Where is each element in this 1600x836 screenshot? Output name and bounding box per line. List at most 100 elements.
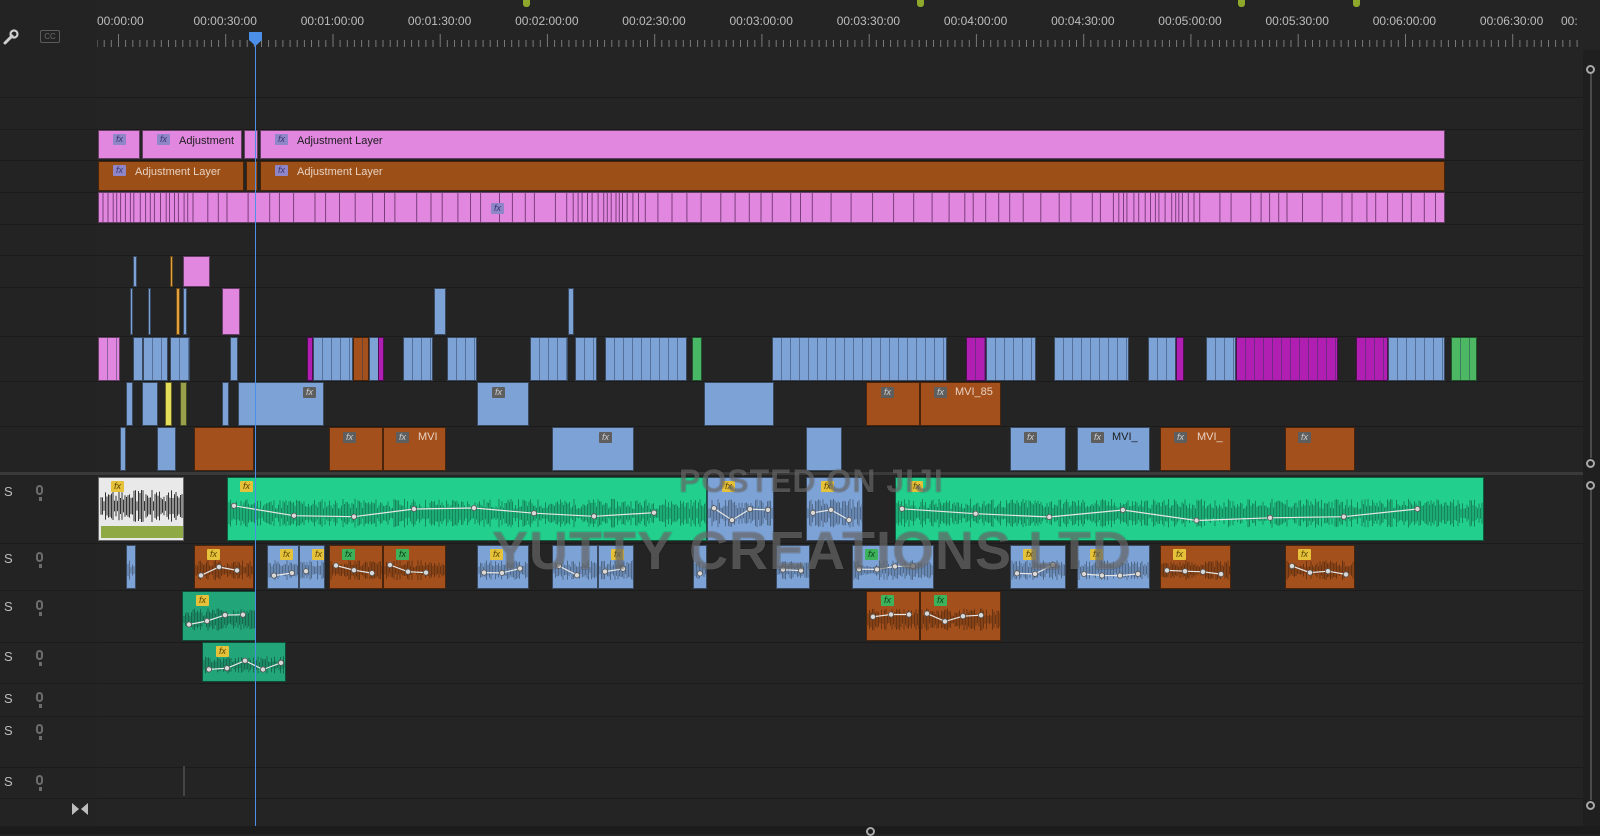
audio-clip[interactable]: fx	[182, 591, 256, 641]
video-clip[interactable]	[133, 337, 143, 381]
video-clip[interactable]	[194, 427, 254, 471]
video-clip[interactable]	[575, 337, 597, 381]
time-ruler[interactable]: 00:00:00 00:00:30:00 00:01:00:00 00:01:30:0…	[97, 0, 1583, 50]
video-clip[interactable]: fx	[866, 382, 920, 426]
video-clip[interactable]	[230, 337, 238, 381]
horizontal-scrollbar[interactable]	[0, 826, 1600, 834]
adjustment-clip[interactable]	[183, 256, 210, 287]
scroll-handle[interactable]	[1586, 459, 1595, 468]
video-clip[interactable]	[183, 288, 187, 335]
video-clip[interactable]	[176, 288, 180, 335]
video-clip[interactable]: fx MVI_	[1077, 427, 1150, 471]
marker[interactable]	[1238, 0, 1245, 7]
adjustment-clip[interactable]: fx Adjustment Layer	[98, 161, 244, 191]
audio-clip[interactable]: fx	[1285, 545, 1355, 589]
video-clip[interactable]: fx	[552, 427, 634, 471]
video-clip[interactable]: fx	[1010, 427, 1066, 471]
horizontal-scroll-handle[interactable]	[866, 827, 875, 836]
mic-icon[interactable]	[36, 650, 43, 666]
audio-clip[interactable]: fx	[299, 545, 325, 589]
audio-clip[interactable]: fx	[329, 545, 383, 589]
video-clip[interactable]	[313, 337, 353, 381]
video-clip[interactable]	[772, 337, 947, 381]
video-clip[interactable]	[130, 288, 133, 335]
marker[interactable]	[917, 0, 924, 7]
video-clip[interactable]	[143, 337, 168, 381]
scroll-handle[interactable]	[1586, 481, 1595, 490]
zoom-fit-icon[interactable]	[72, 802, 88, 815]
mic-icon[interactable]	[36, 485, 43, 501]
audio-clip[interactable]: fx	[194, 545, 254, 589]
video-clip[interactable]	[986, 337, 1036, 381]
audio-clip[interactable]	[183, 766, 185, 796]
video-clip[interactable]	[1054, 337, 1129, 381]
mic-icon[interactable]	[36, 552, 43, 568]
video-clip[interactable]	[98, 337, 120, 381]
captions-icon[interactable]: CC	[40, 30, 60, 43]
playhead-line[interactable]	[255, 42, 256, 827]
video-clip[interactable]	[126, 382, 133, 426]
video-clip[interactable]	[568, 288, 574, 335]
video-clip[interactable]: fx	[329, 427, 383, 471]
playhead-handle[interactable]	[249, 32, 262, 46]
audio-clip[interactable]: fx	[920, 591, 1001, 641]
adjustment-clip[interactable]: fx	[98, 130, 140, 159]
adjustment-clip[interactable]: fx Adjustment	[142, 130, 242, 159]
adjustment-clip[interactable]	[222, 288, 240, 335]
mic-icon[interactable]	[36, 724, 43, 740]
video-clip[interactable]: fx	[1285, 427, 1355, 471]
video-clip[interactable]	[133, 256, 137, 287]
video-clip[interactable]	[1206, 337, 1236, 381]
solo-toggle[interactable]: S	[4, 774, 13, 789]
video-clip[interactable]: fx	[477, 382, 529, 426]
adjustment-clip[interactable]: fx Adjustment Layer	[260, 161, 1445, 191]
video-clip[interactable]	[403, 337, 433, 381]
scroll-handle[interactable]	[1586, 65, 1595, 74]
video-clip[interactable]: fx MVI_85	[920, 382, 1001, 426]
video-clip[interactable]	[692, 337, 702, 381]
mic-icon[interactable]	[36, 600, 43, 616]
video-clip[interactable]	[120, 427, 126, 471]
video-clip[interactable]	[222, 382, 229, 426]
solo-toggle[interactable]: S	[4, 551, 13, 566]
adjustment-strip[interactable]: fx	[98, 192, 1445, 223]
audio-clip[interactable]	[126, 545, 136, 589]
solo-toggle[interactable]: S	[4, 599, 13, 614]
video-clip[interactable]	[142, 382, 158, 426]
adjustment-clip[interactable]	[246, 161, 258, 191]
marker[interactable]	[523, 0, 530, 7]
video-clip[interactable]: fx MVI	[383, 427, 446, 471]
video-clip[interactable]	[1356, 337, 1388, 381]
video-clip[interactable]	[1388, 337, 1445, 381]
audio-clip[interactable]: fx	[383, 545, 446, 589]
video-clip[interactable]	[378, 337, 384, 381]
solo-toggle[interactable]: S	[4, 691, 13, 706]
audio-clip[interactable]: fx	[98, 477, 184, 541]
wrench-icon[interactable]	[2, 28, 20, 46]
audio-clip[interactable]: fx	[202, 642, 286, 682]
video-clip[interactable]	[180, 382, 187, 426]
solo-toggle[interactable]: S	[4, 649, 13, 664]
scroll-handle[interactable]	[1586, 801, 1595, 810]
video-clip[interactable]	[1176, 337, 1184, 381]
video-clip[interactable]: fx	[238, 382, 324, 426]
video-clip[interactable]	[1148, 337, 1176, 381]
vertical-scroll-thumb[interactable]	[1590, 74, 1592, 458]
video-clip[interactable]	[165, 382, 172, 426]
video-clip[interactable]	[353, 337, 369, 381]
video-clip[interactable]	[1451, 337, 1477, 381]
mic-icon[interactable]	[36, 775, 43, 791]
solo-toggle[interactable]: S	[4, 484, 13, 499]
video-clip[interactable]	[148, 288, 151, 335]
video-clip[interactable]	[157, 427, 176, 471]
audio-clip[interactable]: fx	[1160, 545, 1231, 589]
solo-toggle[interactable]: S	[4, 723, 13, 738]
video-clip[interactable]	[605, 337, 687, 381]
mic-icon[interactable]	[36, 692, 43, 708]
video-clip[interactable]	[966, 337, 986, 381]
adjustment-clip[interactable]: fx Adjustment Layer	[260, 130, 1445, 159]
video-clip[interactable]	[1236, 337, 1338, 381]
video-clip[interactable]: fx MVI_	[1160, 427, 1231, 471]
video-clip[interactable]	[434, 288, 446, 335]
video-clip[interactable]	[170, 256, 173, 287]
